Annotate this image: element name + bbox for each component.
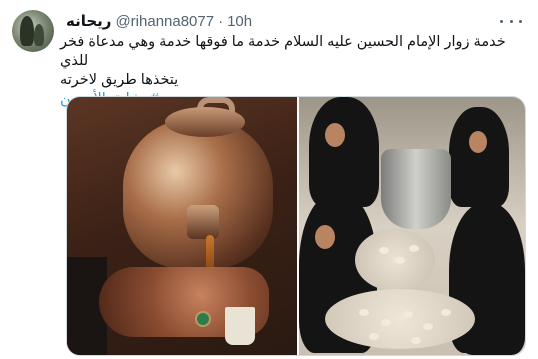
dough-ball (395, 257, 405, 264)
tweet-text-line-2: يتخذها طريق لاخرته (60, 72, 179, 88)
tray-shape-2 (325, 289, 475, 349)
kettle-spout-shape (187, 205, 219, 239)
more-dot (509, 19, 513, 23)
avatar-tree-shape-2 (34, 24, 44, 46)
media-grid (66, 96, 526, 356)
face-shape (469, 131, 487, 153)
dough-ball (411, 337, 421, 344)
avatar-tree-shape (20, 16, 34, 46)
tweet-text-line-1: خدمة زوار الإمام الحسين عليه السلام خدمة… (60, 34, 506, 69)
pot-shape (381, 149, 451, 229)
kettle-lid-shape (165, 107, 245, 137)
avatar[interactable] (12, 10, 54, 52)
woman-figure (449, 107, 509, 207)
dough-ball (381, 319, 391, 326)
dough-ball (379, 247, 389, 254)
woman-figure (309, 97, 379, 207)
more-dot (500, 19, 503, 23)
dough-ball (403, 311, 413, 318)
dough-ball (359, 309, 369, 316)
tweet-time[interactable]: 10h (227, 13, 252, 30)
cup-shape (225, 307, 255, 345)
face-shape (315, 225, 335, 249)
face-shape (325, 123, 345, 147)
more-dot (519, 19, 522, 23)
dough-ball (423, 323, 433, 330)
dough-ball (369, 333, 379, 340)
more-options-icon[interactable] (500, 14, 522, 28)
dough-ball (441, 309, 451, 316)
tea-pouring-photo[interactable] (67, 97, 297, 355)
ring-shape (195, 311, 211, 327)
tweet-header: ريحانه @rihanna8077 · 10h (66, 11, 498, 31)
author-name[interactable]: ريحانه (66, 12, 111, 30)
kettle-shape (123, 119, 273, 269)
separator-dot: · (218, 12, 224, 30)
author-handle[interactable]: @rihanna8077 (115, 13, 214, 30)
dough-ball (409, 245, 419, 252)
bread-making-photo[interactable] (299, 97, 525, 355)
